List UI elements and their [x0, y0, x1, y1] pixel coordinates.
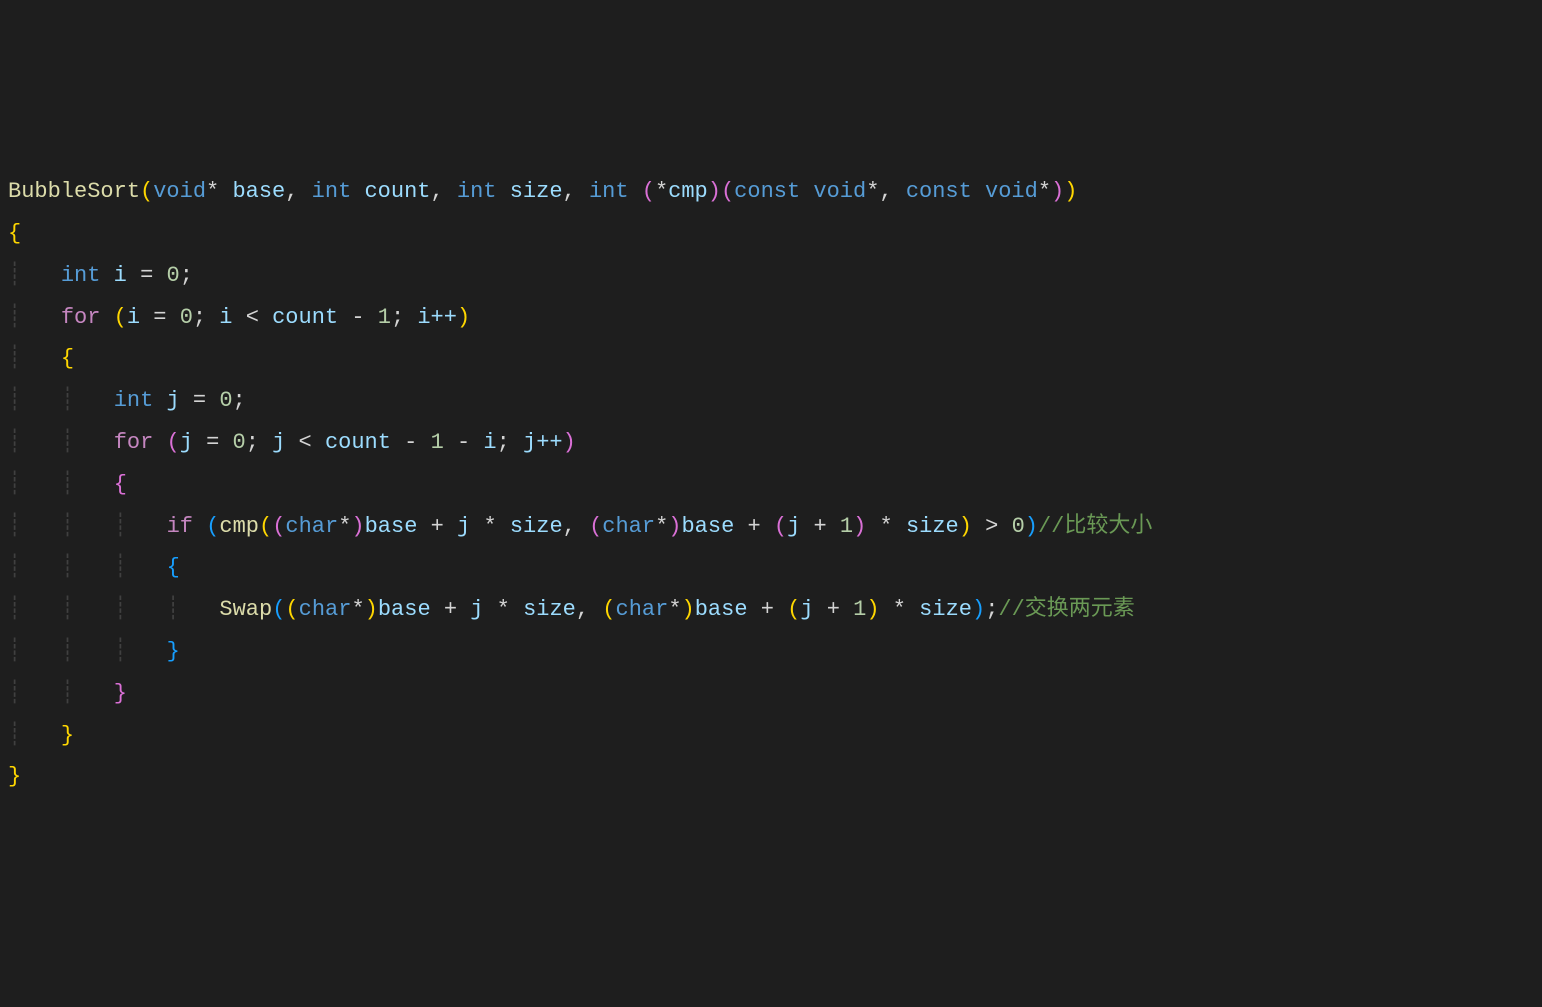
code-line: ┊ int i = 0; [8, 255, 1542, 297]
code-line: BubbleSort(void* base, int count, int si… [8, 171, 1542, 213]
code-line: ┊ ┊ for (j = 0; j < count - 1 - i; j++) [8, 422, 1542, 464]
code-line: ┊ ┊ int j = 0; [8, 380, 1542, 422]
code-line: ┊ ┊ { [8, 464, 1542, 506]
code-line: ┊ ┊ ┊ if (cmp((char*)base + j * size, (c… [8, 506, 1542, 548]
function-name: BubbleSort [8, 179, 140, 204]
code-line: ┊ ┊ } [8, 673, 1542, 715]
code-editor[interactable]: BubbleSort(void* base, int count, int si… [8, 171, 1542, 798]
code-line: ┊ ┊ ┊ { [8, 547, 1542, 589]
code-line: { [8, 213, 1542, 255]
code-line: ┊ { [8, 338, 1542, 380]
code-line: ┊ ┊ ┊ } [8, 631, 1542, 673]
code-line: ┊ } [8, 715, 1542, 757]
code-line: ┊ ┊ ┊ ┊ Swap((char*)base + j * size, (ch… [8, 589, 1542, 631]
code-line: ┊ for (i = 0; i < count - 1; i++) [8, 297, 1542, 339]
code-line: } [8, 756, 1542, 798]
comment: //比较大小 [1038, 514, 1152, 539]
comment: //交换两元素 [998, 597, 1134, 622]
